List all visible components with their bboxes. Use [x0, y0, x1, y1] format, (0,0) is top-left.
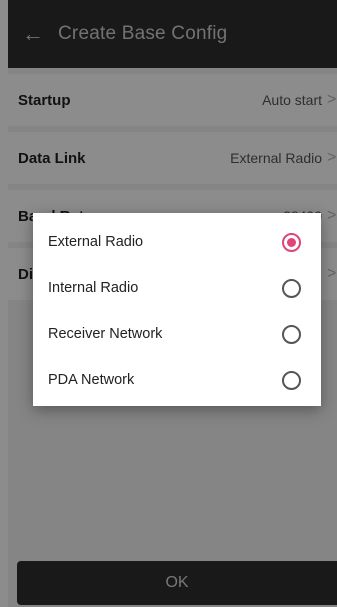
option-label: Internal Radio — [48, 280, 139, 296]
radio-unselected-icon[interactable] — [282, 278, 301, 298]
option-receiver-network[interactable]: Receiver Network — [33, 311, 321, 357]
radio-selected-icon[interactable] — [282, 232, 301, 252]
option-label: Receiver Network — [48, 326, 163, 342]
option-external-radio[interactable]: External Radio — [33, 219, 321, 265]
radio-unselected-icon[interactable] — [282, 370, 301, 390]
option-label: PDA Network — [48, 372, 135, 388]
radio-unselected-icon[interactable] — [282, 324, 301, 344]
option-pda-network[interactable]: PDA Network — [33, 357, 321, 403]
option-internal-radio[interactable]: Internal Radio — [33, 265, 321, 311]
option-label: External Radio — [48, 234, 144, 250]
data-link-dialog: External Radio Internal Radio Receiver N… — [33, 213, 321, 406]
